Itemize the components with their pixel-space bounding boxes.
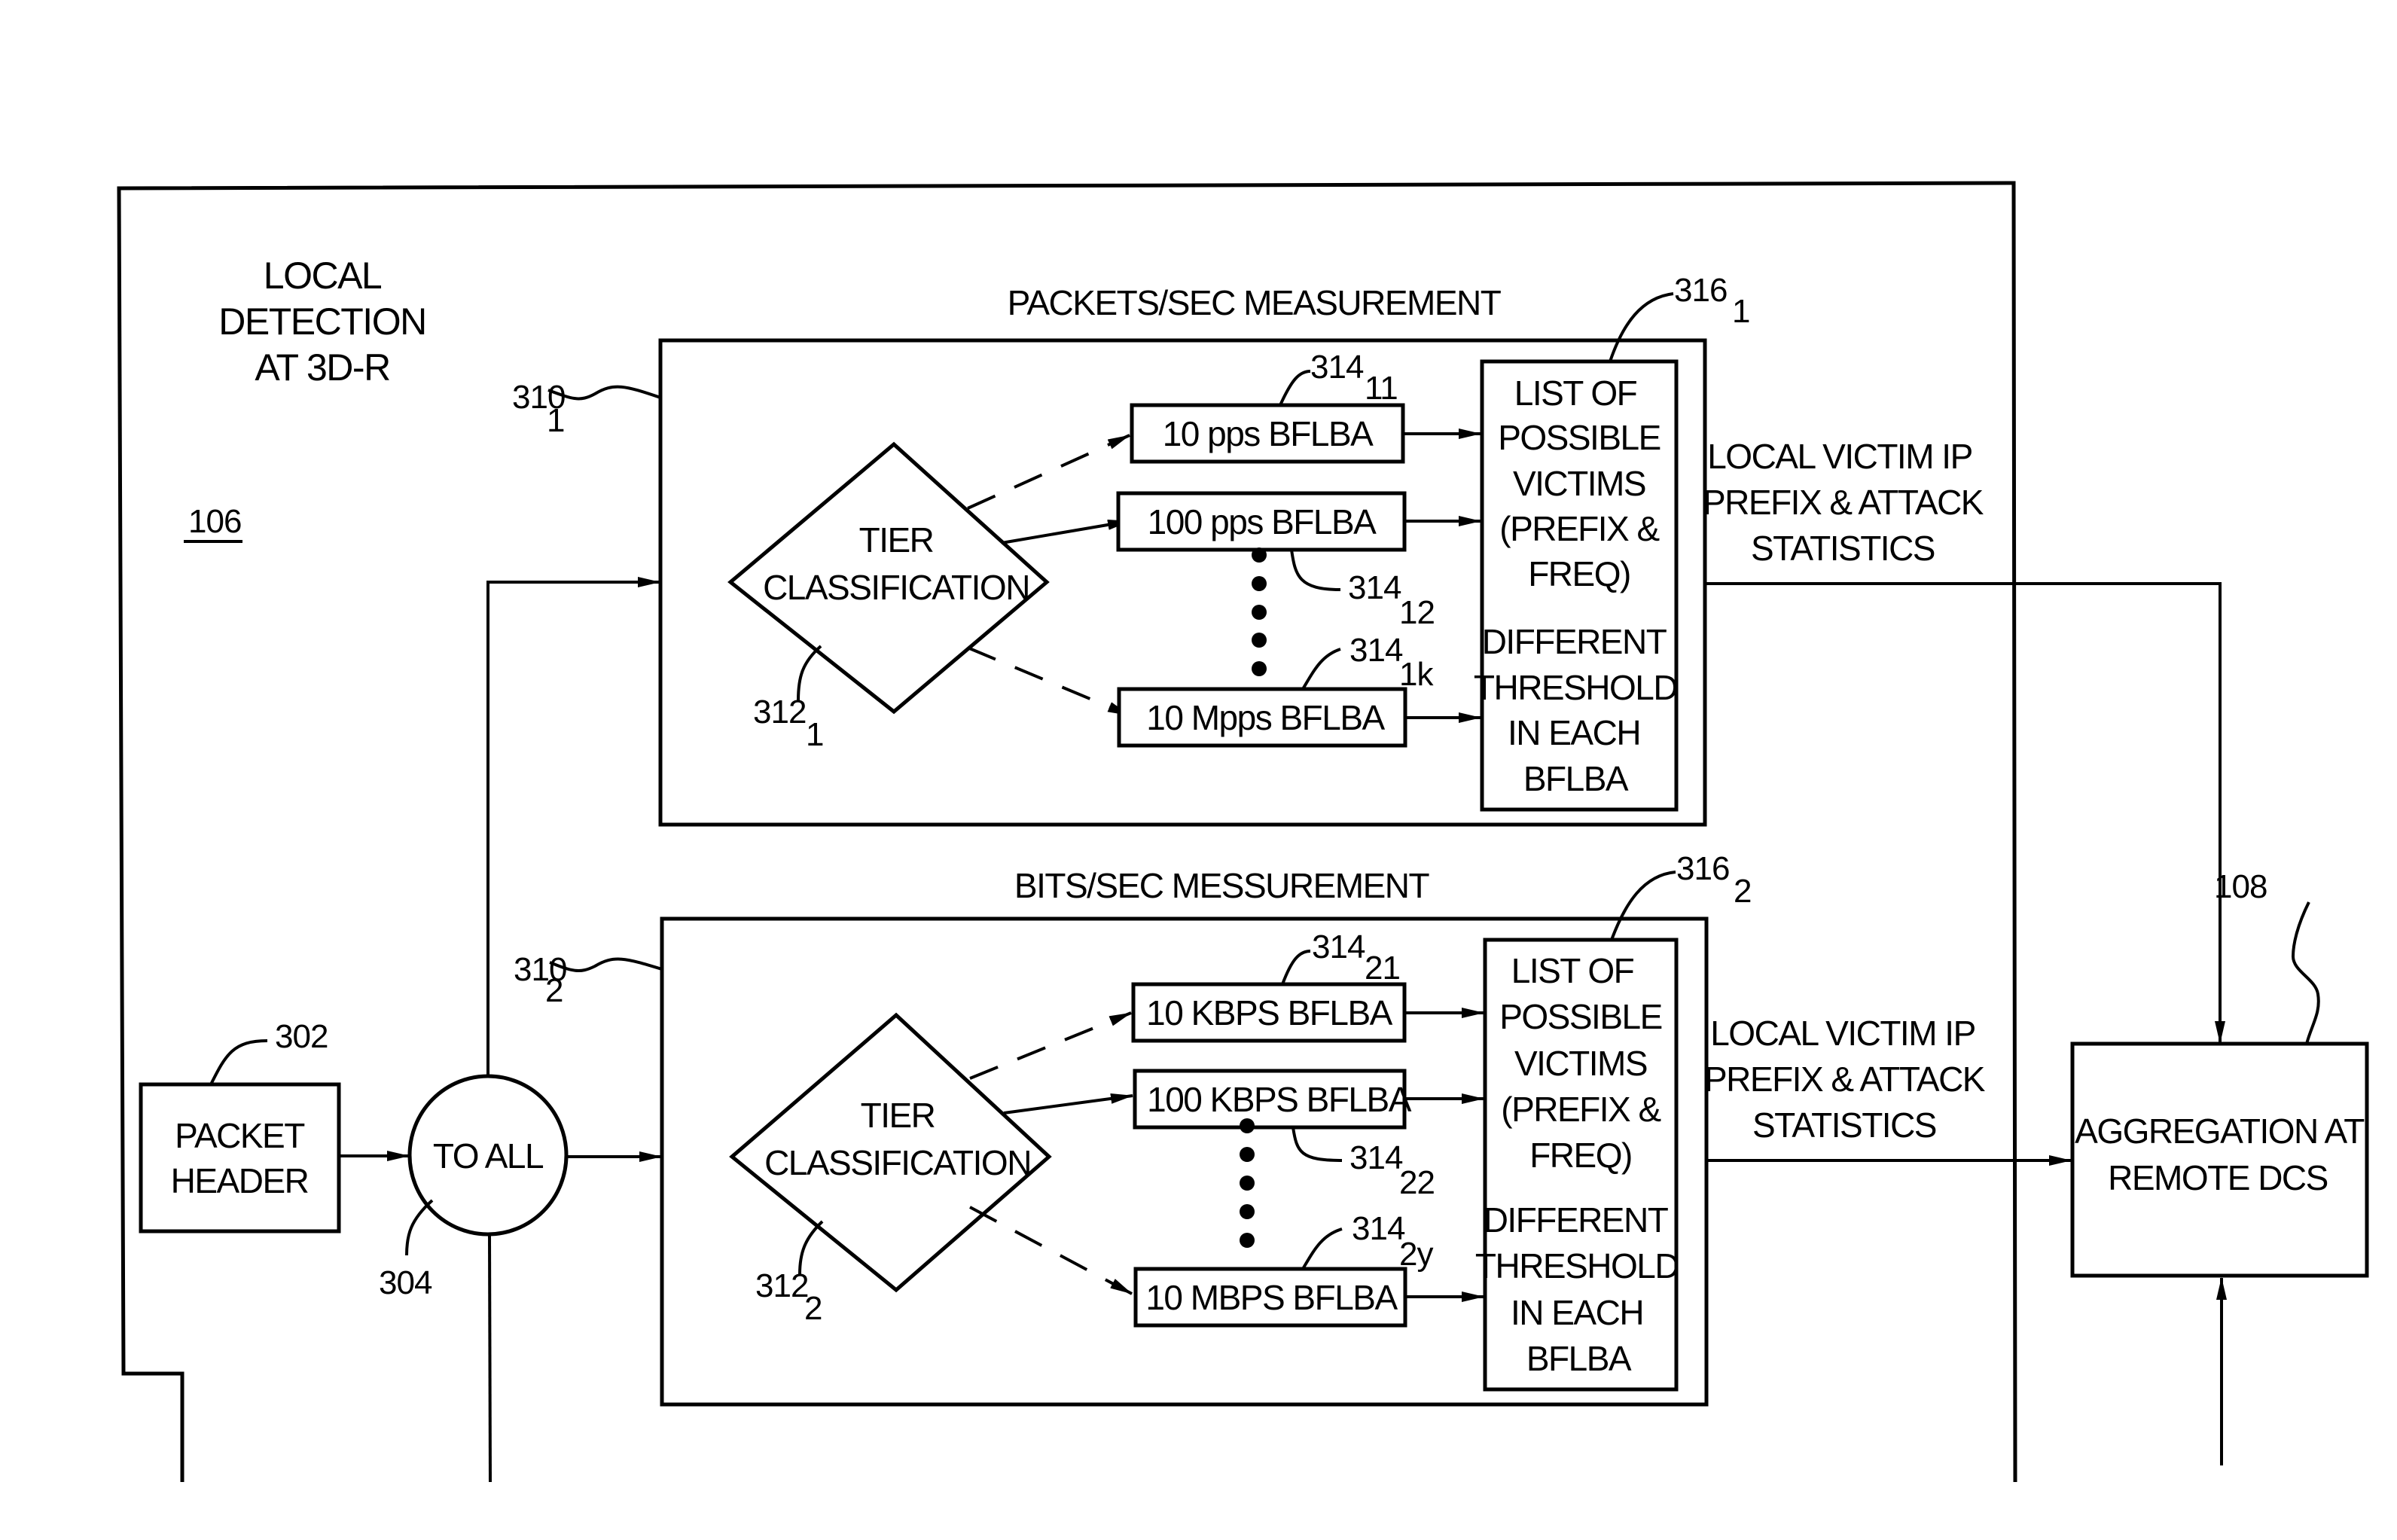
ref-314-11: 314 xyxy=(1310,349,1364,386)
svg-text:(PREFIX &: (PREFIX & xyxy=(1499,509,1659,548)
svg-text:LOCAL VICTIM IP: LOCAL VICTIM IP xyxy=(1707,437,1972,476)
panel1-ellipsis-dot xyxy=(1252,661,1267,676)
ref-314-2y: 314 xyxy=(1352,1210,1405,1247)
panel2-ellipsis-dot xyxy=(1240,1147,1255,1162)
svg-text:FREQ): FREQ) xyxy=(1529,1136,1632,1175)
svg-text:AT 3D-R: AT 3D-R xyxy=(255,346,389,389)
ref-310-2-sub: 2 xyxy=(545,972,563,1009)
panel2-bflba-3-label: 10 MBPS BFLBA xyxy=(1145,1278,1398,1317)
svg-text:DETECTION: DETECTION xyxy=(218,300,425,343)
panel1-bflba-3-label: 10 Mpps BFLBA xyxy=(1146,698,1385,737)
panel2-output-label: LOCAL VICTIM IP PREFIX & ATTACK STATISTI… xyxy=(1704,1014,1987,1145)
region-label: LOCAL DETECTION AT 3D-R xyxy=(218,255,427,389)
svg-text:LIST OF: LIST OF xyxy=(1514,374,1637,413)
ref-314-12: 314 xyxy=(1348,569,1401,606)
svg-text:STATISTICS: STATISTICS xyxy=(1752,1105,1936,1145)
ref-302: 302 xyxy=(275,1018,328,1055)
svg-text:VICTIMS: VICTIMS xyxy=(1513,464,1645,503)
panel1-ellipsis-dot xyxy=(1252,633,1267,648)
panel2-classifier-line1: TIER xyxy=(861,1096,935,1135)
svg-text:POSSIBLE: POSSIBLE xyxy=(1499,997,1662,1036)
svg-text:BFLBA: BFLBA xyxy=(1526,1339,1632,1378)
panel1-ellipsis-dot xyxy=(1252,547,1267,563)
ref-314-21: 314 xyxy=(1312,929,1365,965)
panel2-ellipsis-dot xyxy=(1240,1176,1255,1191)
svg-text:PREFIX & ATTACK: PREFIX & ATTACK xyxy=(1704,1060,1986,1099)
packet-header-box xyxy=(139,1082,341,1234)
panel-packets-per-sec: PACKETS/SEC MEASUREMENT 310 1 TIER CLASS… xyxy=(512,272,1985,827)
svg-text:FREQ): FREQ) xyxy=(1528,554,1630,593)
panel1-title: PACKETS/SEC MEASUREMENT xyxy=(1008,283,1502,322)
aggregation-label-1: AGGREGATION AT xyxy=(2075,1112,2365,1151)
ref-312-1: 312 xyxy=(753,694,806,730)
ref-310-1-sub: 1 xyxy=(547,402,564,439)
ref-316-1-sub: 1 xyxy=(1732,293,1749,330)
ref-314-21-sub: 21 xyxy=(1365,950,1400,987)
packet-header-label-1: PACKET xyxy=(175,1116,305,1155)
ddos-detection-diagram: LOCAL DETECTION AT 3D-R 106 PACKET HEADE… xyxy=(117,181,2369,1483)
svg-text:LOCAL: LOCAL xyxy=(264,255,382,297)
ref-312-2: 312 xyxy=(755,1267,808,1304)
svg-text:DIFFERENT: DIFFERENT xyxy=(1482,622,1667,661)
svg-text:THRESHOLD: THRESHOLD xyxy=(1475,1246,1679,1285)
to-all-label: TO ALL xyxy=(433,1136,544,1176)
svg-text:IN EACH: IN EACH xyxy=(1508,713,1640,752)
svg-text:(PREFIX &: (PREFIX & xyxy=(1501,1090,1661,1129)
panel1-classifier-line1: TIER xyxy=(859,520,934,560)
panel2-title: BITS/SEC MESSUREMENT xyxy=(1014,866,1430,905)
panel1-bflba-1-label: 10 pps BFLBA xyxy=(1163,414,1374,453)
panel1-bflba-2-label: 100 pps BFLBA xyxy=(1148,502,1377,541)
svg-text:VICTIMS: VICTIMS xyxy=(1514,1044,1647,1083)
ref-316-2: 316 xyxy=(1676,850,1729,887)
ref-314-12-sub: 12 xyxy=(1399,594,1435,631)
ref-312-1-sub: 1 xyxy=(806,716,823,753)
svg-text:BFLBA: BFLBA xyxy=(1523,759,1629,798)
ref-314-22: 314 xyxy=(1349,1139,1403,1176)
panel-bits-per-sec: BITS/SEC MESSUREMENT 310 2 TIER CLASSIFI… xyxy=(514,850,1987,1407)
aggregation-label-2: REMOTE DCS xyxy=(2108,1158,2328,1197)
panel2-ellipsis-dot xyxy=(1240,1204,1255,1219)
region-ref-106: 106 xyxy=(188,503,241,540)
ref-108-leader xyxy=(2291,901,2320,1044)
ref-314-1k-sub: 1k xyxy=(1399,656,1434,693)
svg-text:LIST OF: LIST OF xyxy=(1511,951,1634,990)
svg-text:DIFFERENT: DIFFERENT xyxy=(1484,1200,1669,1240)
svg-text:STATISTICS: STATISTICS xyxy=(1751,529,1935,568)
svg-text:LOCAL VICTIM IP: LOCAL VICTIM IP xyxy=(1710,1014,1975,1053)
svg-text:PREFIX & ATTACK: PREFIX & ATTACK xyxy=(1703,483,1984,522)
trunk-down xyxy=(488,1234,492,1483)
panel2-bflba-2-label: 100 KBPS BFLBA xyxy=(1147,1080,1412,1119)
ref-314-1k: 314 xyxy=(1349,632,1403,669)
ref-316-1: 316 xyxy=(1674,272,1727,309)
ref-314-2y-sub: 2y xyxy=(1399,1236,1433,1273)
svg-text:POSSIBLE: POSSIBLE xyxy=(1498,418,1661,457)
ref-312-2-sub: 2 xyxy=(804,1290,822,1327)
ref-314-11-sub: 11 xyxy=(1365,370,1398,407)
svg-text:IN EACH: IN EACH xyxy=(1511,1293,1643,1332)
ref-108: 108 xyxy=(2214,868,2267,905)
panel1-classifier-line2: CLASSIFICATION xyxy=(763,568,1029,607)
ref-304: 304 xyxy=(379,1264,432,1301)
svg-text:THRESHOLD: THRESHOLD xyxy=(1474,668,1677,707)
panel1-output-line xyxy=(1705,582,2225,1044)
panel1-ellipsis-dot xyxy=(1252,605,1267,620)
packet-header-label-2: HEADER xyxy=(171,1161,309,1200)
ref-316-2-sub: 2 xyxy=(1734,873,1751,910)
panel1-ellipsis-dot xyxy=(1252,576,1267,591)
panel2-bflba-1-label: 10 KBPS BFLBA xyxy=(1146,993,1392,1032)
panel1-output-label: LOCAL VICTIM IP PREFIX & ATTACK STATISTI… xyxy=(1703,437,1985,568)
panel2-ellipsis-dot xyxy=(1240,1233,1255,1248)
panel2-ellipsis-dot xyxy=(1240,1118,1255,1133)
ref-314-22-sub: 22 xyxy=(1399,1164,1435,1201)
ref-302-leader xyxy=(209,1039,268,1085)
panel2-classifier-line2: CLASSIFICATION xyxy=(764,1143,1031,1182)
